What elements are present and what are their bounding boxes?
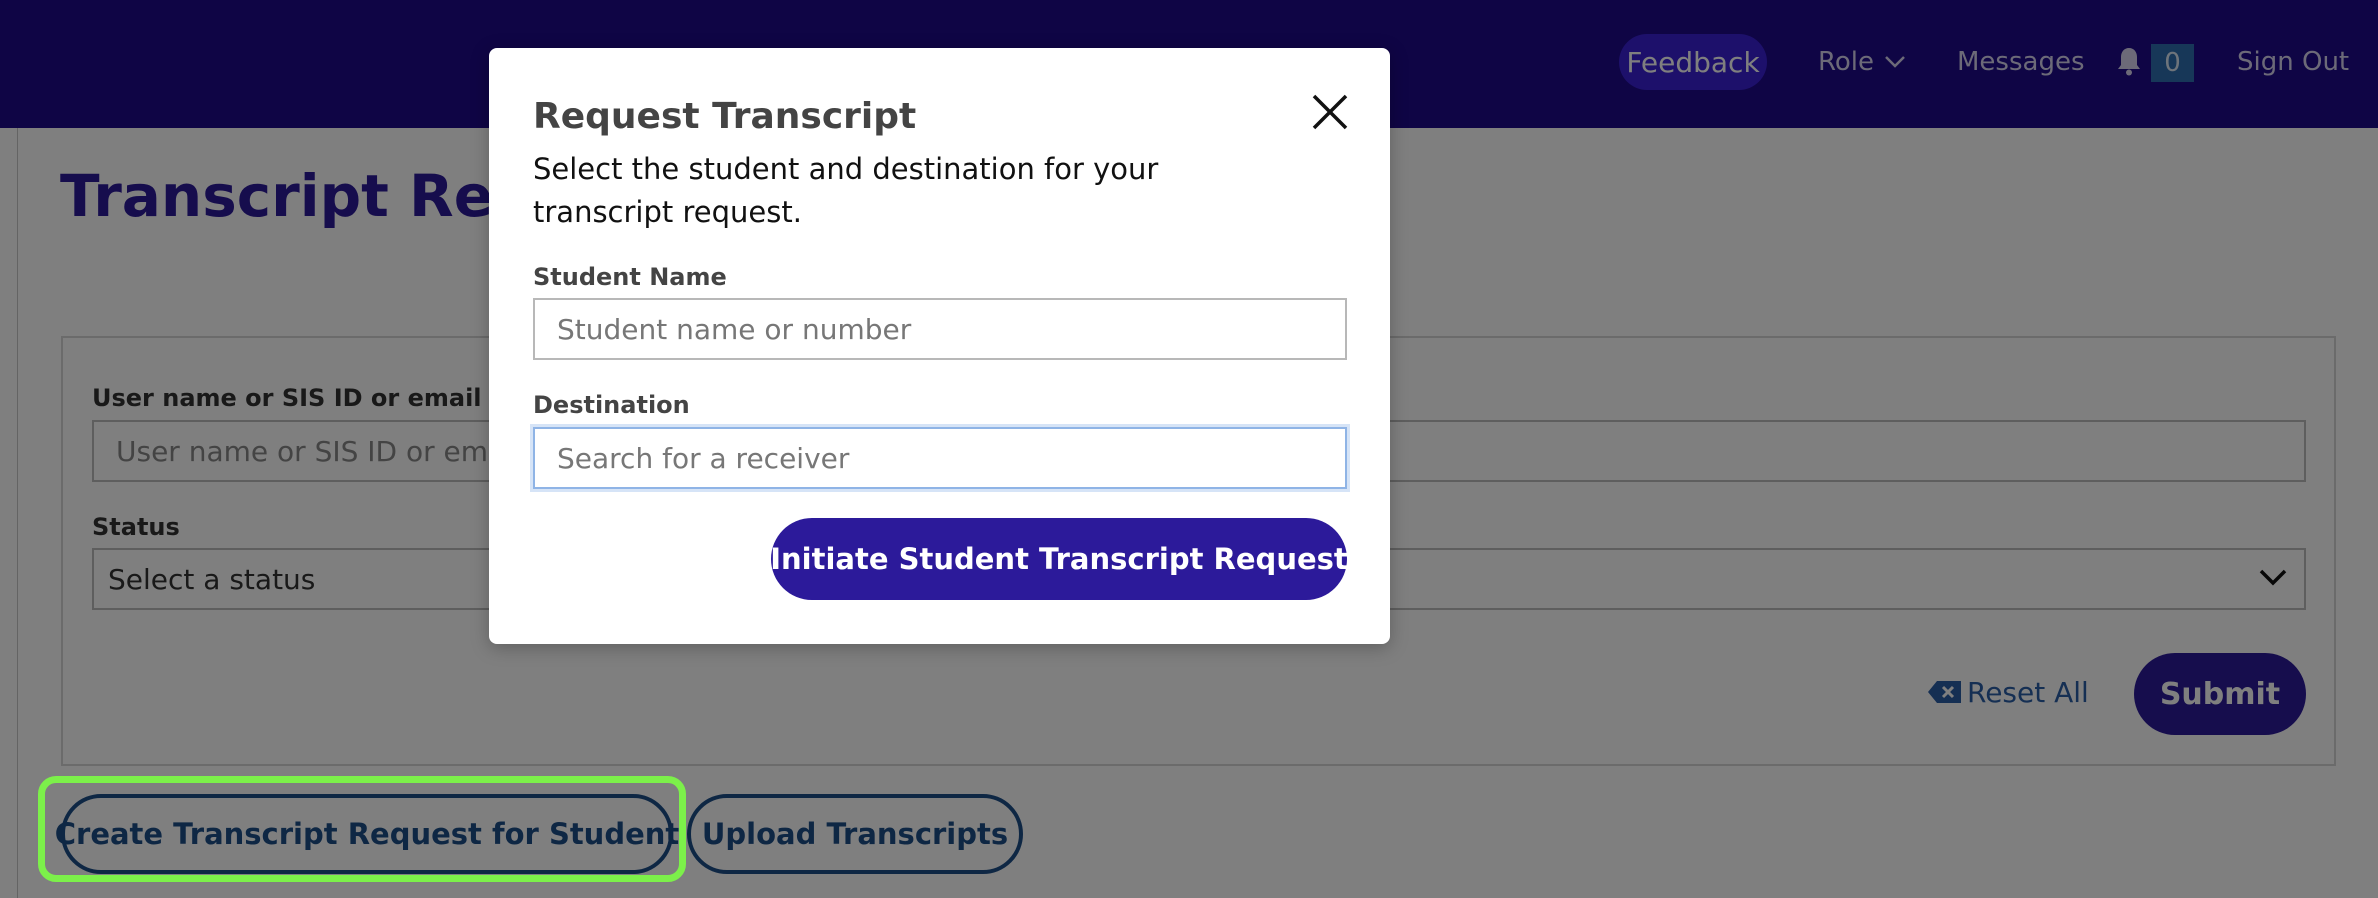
student-name-label: Student Name	[533, 263, 727, 291]
student-name-input[interactable]: Student name or number	[533, 298, 1347, 360]
request-transcript-modal: Request Transcript Select the student an…	[489, 48, 1390, 644]
destination-label: Destination	[533, 391, 690, 419]
destination-input[interactable]: Search for a receiver	[533, 427, 1347, 489]
close-icon[interactable]	[1306, 88, 1354, 136]
modal-title: Request Transcript	[533, 96, 917, 137]
initiate-request-button[interactable]: Initiate Student Transcript Request	[770, 518, 1348, 600]
modal-description: Select the student and destination for y…	[533, 152, 1159, 229]
highlight-ring	[38, 776, 686, 882]
